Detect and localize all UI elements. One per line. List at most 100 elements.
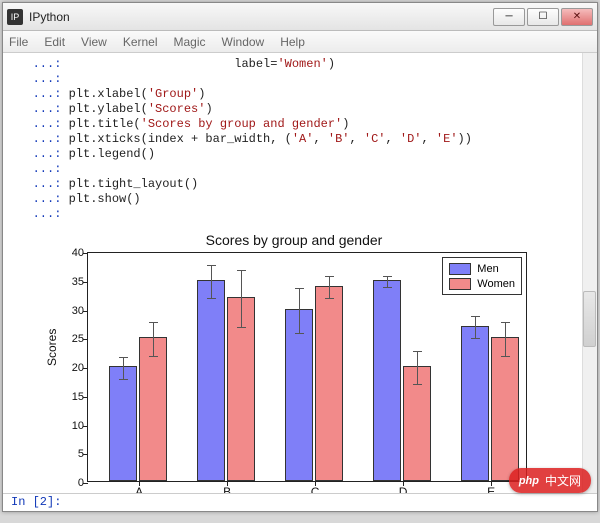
ytick-mark <box>83 368 88 369</box>
ytick-label: 15 <box>60 391 84 403</box>
ytick-mark <box>83 426 88 427</box>
menu-view[interactable]: View <box>81 35 107 49</box>
prompt: ...: <box>11 162 69 176</box>
errorbar <box>123 357 124 380</box>
errorbar <box>329 276 330 299</box>
bar-men-D <box>373 280 401 481</box>
code-text: ) <box>198 87 205 101</box>
legend-label: Women <box>477 278 515 290</box>
errorbar <box>241 270 242 328</box>
menu-file[interactable]: File <box>9 35 28 49</box>
ytick-mark <box>83 282 88 283</box>
ytick-mark <box>83 454 88 455</box>
menu-kernel[interactable]: Kernel <box>123 35 158 49</box>
xtick-mark <box>491 481 492 486</box>
code-text: label= <box>69 57 278 71</box>
bar-men-A <box>109 366 137 481</box>
plot-area: Men Women 0510152025303540ABCDE <box>87 252 527 482</box>
code-string: 'D' <box>400 132 422 146</box>
menu-help[interactable]: Help <box>280 35 305 49</box>
xtick-mark <box>315 481 316 486</box>
prompt: ...: <box>11 57 69 71</box>
code-text: plt.xticks(index + bar_width, ( <box>69 132 292 146</box>
window-title: IPython <box>29 10 491 24</box>
menu-magic[interactable]: Magic <box>174 35 206 49</box>
code-text: plt.ylabel( <box>69 102 148 116</box>
bar-women-E <box>491 337 519 481</box>
code-string: 'E' <box>436 132 458 146</box>
legend-swatch-icon <box>449 263 471 275</box>
ytick-mark <box>83 483 88 484</box>
errorbar <box>475 316 476 339</box>
content-area: ...: label='Women') ...: ...: plt.xlabel… <box>3 53 597 511</box>
watermark-badge: php 中文网 <box>509 468 591 493</box>
bar-women-A <box>139 337 167 481</box>
code-text: ) <box>205 102 212 116</box>
chart-title: Scores by group and gender <box>43 232 545 248</box>
ytick-label: 0 <box>60 477 84 489</box>
menu-window[interactable]: Window <box>222 35 265 49</box>
bar-men-B <box>197 280 225 481</box>
code-text: plt.tight_layout() <box>69 177 199 191</box>
code-text: , <box>349 132 363 146</box>
prompt: ...: <box>11 177 69 191</box>
scrollbar-thumb[interactable] <box>583 291 596 347</box>
app-window: IP IPython ─ ☐ ✕ File Edit View Kernel M… <box>2 2 598 512</box>
code-string: 'A' <box>292 132 314 146</box>
bar-men-E <box>461 326 489 481</box>
ytick-mark <box>83 253 88 254</box>
code-text: , <box>386 132 400 146</box>
ytick-mark <box>83 397 88 398</box>
code-text: ) <box>342 117 349 131</box>
input-prompt[interactable]: In [2]: <box>3 493 597 511</box>
code-text: , <box>422 132 436 146</box>
watermark-logo: php <box>519 475 539 487</box>
legend: Men Women <box>442 257 522 295</box>
code-text: ) <box>328 57 335 71</box>
menu-edit[interactable]: Edit <box>44 35 65 49</box>
xtick-mark <box>403 481 404 486</box>
prompt-label: In [2]: <box>11 495 61 509</box>
errorbar <box>211 265 212 300</box>
prompt: ...: <box>11 102 69 116</box>
errorbar <box>299 288 300 334</box>
code-string: 'Scores by group and gender' <box>141 117 343 131</box>
prompt: ...: <box>11 117 69 131</box>
legend-entry-men: Men <box>449 261 515 276</box>
errorbar <box>505 322 506 357</box>
ytick-label: 30 <box>60 305 84 317</box>
code-text: plt.legend() <box>69 147 155 161</box>
ytick-label: 10 <box>60 420 84 432</box>
ytick-label: 5 <box>60 448 84 460</box>
close-button[interactable]: ✕ <box>561 8 593 26</box>
code-text: plt.title( <box>69 117 141 131</box>
legend-entry-women: Women <box>449 276 515 291</box>
ytick-label: 20 <box>60 362 84 374</box>
minimize-button[interactable]: ─ <box>493 8 525 26</box>
prompt: ...: <box>11 132 69 146</box>
code-string: 'Women' <box>277 57 327 71</box>
prompt: ...: <box>11 87 69 101</box>
code-string: 'C' <box>364 132 386 146</box>
code-string: 'Scores' <box>148 102 206 116</box>
titlebar[interactable]: IP IPython ─ ☐ ✕ <box>3 3 597 31</box>
prompt: ...: <box>11 147 69 161</box>
y-axis-label: Scores <box>45 329 59 366</box>
code-text: , <box>313 132 327 146</box>
window-controls: ─ ☐ ✕ <box>491 8 593 26</box>
prompt: ...: <box>11 72 69 86</box>
prompt: ...: <box>11 192 69 206</box>
scrollbar-track[interactable] <box>582 53 597 493</box>
code-block[interactable]: ...: label='Women') ...: ...: plt.xlabel… <box>3 53 597 230</box>
legend-label: Men <box>477 263 498 275</box>
ytick-label: 40 <box>60 247 84 259</box>
code-string: 'Group' <box>148 87 198 101</box>
maximize-button[interactable]: ☐ <box>527 8 559 26</box>
errorbar <box>387 276 388 288</box>
bar-men-C <box>285 309 313 482</box>
code-text: )) <box>458 132 472 146</box>
ytick-label: 35 <box>60 276 84 288</box>
errorbar <box>417 351 418 386</box>
legend-swatch-icon <box>449 278 471 290</box>
errorbar <box>153 322 154 357</box>
